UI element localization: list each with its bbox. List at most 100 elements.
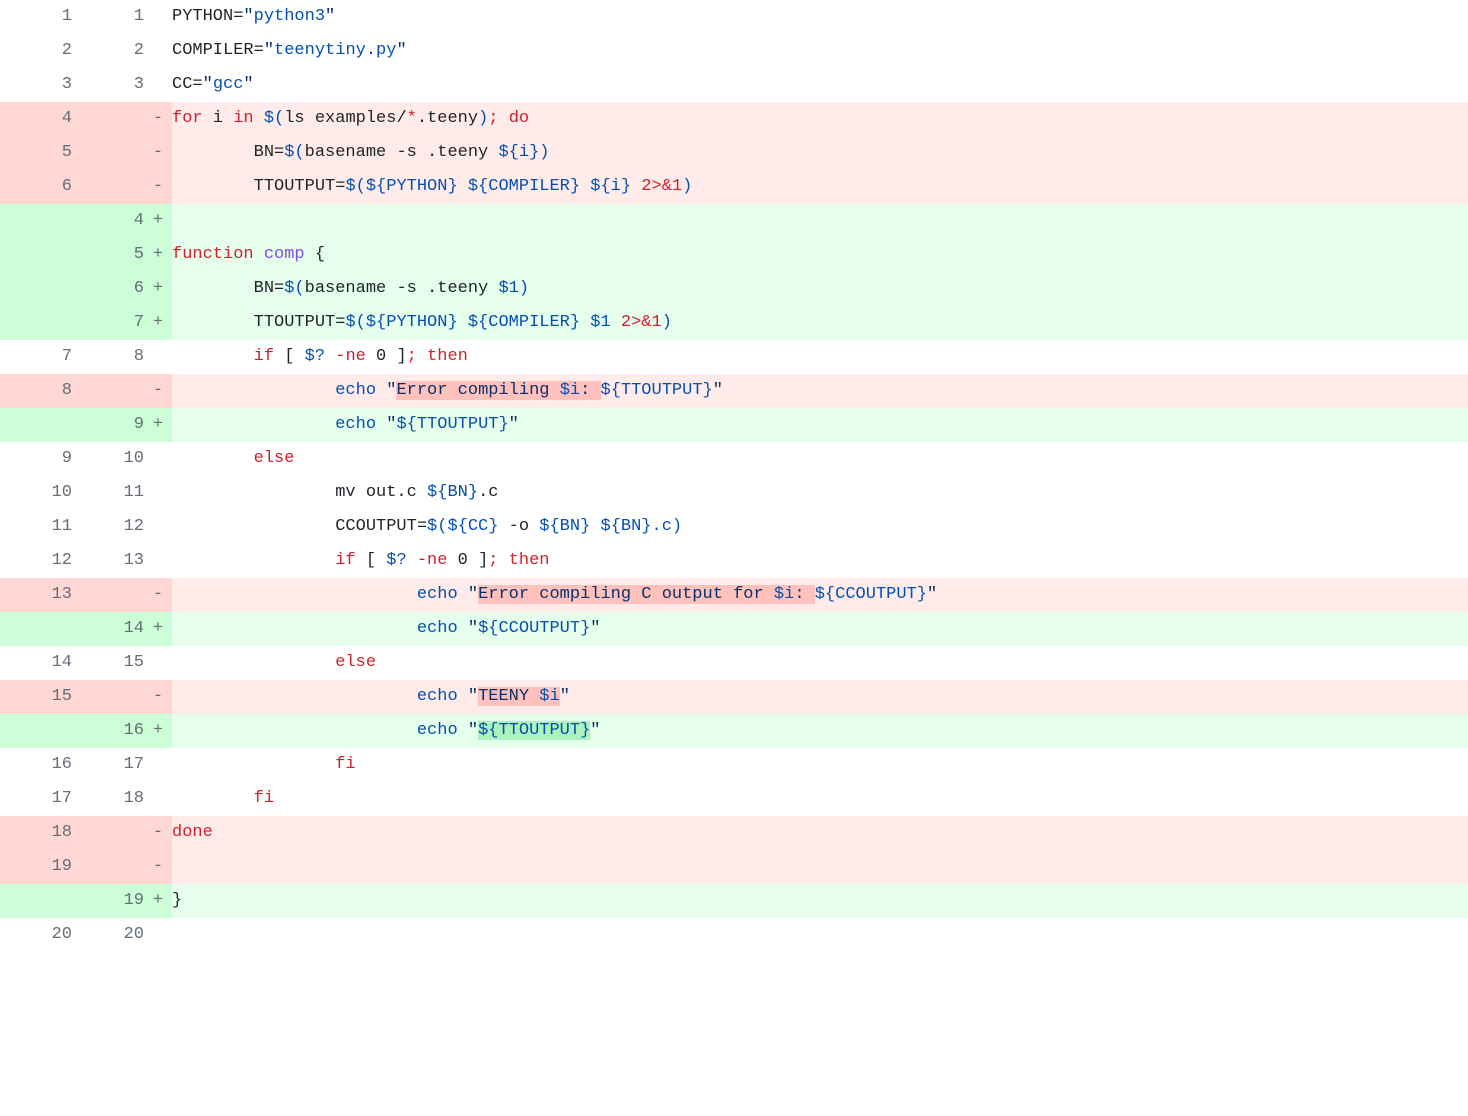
new-line-number[interactable]: [72, 102, 144, 136]
code-token: comp: [264, 245, 305, 264]
old-line-number[interactable]: [0, 204, 72, 238]
old-line-number[interactable]: 3: [0, 68, 72, 102]
new-line-number[interactable]: 4: [72, 204, 144, 238]
new-line-number[interactable]: 7: [72, 306, 144, 340]
old-line-number[interactable]: 5: [0, 136, 72, 170]
code-cell[interactable]: else: [172, 646, 1468, 680]
new-line-number[interactable]: 15: [72, 646, 144, 680]
new-line-number[interactable]: 11: [72, 476, 144, 510]
new-line-number[interactable]: 3: [72, 68, 144, 102]
code-token: i: [203, 109, 234, 128]
new-line-number[interactable]: [72, 680, 144, 714]
old-line-number[interactable]: 11: [0, 510, 72, 544]
new-line-number[interactable]: 14: [72, 612, 144, 646]
old-line-number[interactable]: 16: [0, 748, 72, 782]
code-cell[interactable]: CC="gcc": [172, 68, 1468, 102]
old-line-number[interactable]: [0, 884, 72, 918]
old-line-number[interactable]: [0, 612, 72, 646]
old-line-number[interactable]: 15: [0, 680, 72, 714]
new-line-number[interactable]: 1: [72, 0, 144, 34]
old-line-number[interactable]: [0, 306, 72, 340]
old-line-number[interactable]: 6: [0, 170, 72, 204]
code-cell[interactable]: [172, 850, 1468, 884]
code-cell[interactable]: COMPILER="teenytiny.py": [172, 34, 1468, 68]
code-cell[interactable]: }: [172, 884, 1468, 918]
code-cell[interactable]: PYTHON="python3": [172, 0, 1468, 34]
new-line-number[interactable]: [72, 170, 144, 204]
code-cell[interactable]: mv out.c ${BN}.c: [172, 476, 1468, 510]
new-line-number[interactable]: 16: [72, 714, 144, 748]
code-token: for: [172, 109, 203, 128]
old-line-number[interactable]: [0, 238, 72, 272]
code-token: [172, 585, 417, 604]
old-line-number[interactable]: 8: [0, 374, 72, 408]
code-token: done: [172, 823, 213, 842]
code-cell[interactable]: function comp {: [172, 238, 1468, 272]
code-token: $(: [284, 279, 304, 298]
old-line-number[interactable]: [0, 272, 72, 306]
new-line-number[interactable]: 6: [72, 272, 144, 306]
new-line-number[interactable]: 10: [72, 442, 144, 476]
old-line-number[interactable]: 9: [0, 442, 72, 476]
code-token: [172, 721, 417, 740]
old-line-number[interactable]: [0, 714, 72, 748]
code-token: TTOUTPUT=: [172, 313, 345, 332]
code-cell[interactable]: fi: [172, 782, 1468, 816]
new-line-number[interactable]: 19: [72, 884, 144, 918]
old-line-number[interactable]: [0, 408, 72, 442]
code-cell[interactable]: echo "Error compiling C output for $i: $…: [172, 578, 1468, 612]
new-line-number[interactable]: [72, 816, 144, 850]
new-line-number[interactable]: [72, 374, 144, 408]
new-line-number[interactable]: [72, 136, 144, 170]
code-token: [458, 687, 468, 706]
old-line-number[interactable]: 14: [0, 646, 72, 680]
code-cell[interactable]: echo "${CCOUTPUT}": [172, 612, 1468, 646]
code-cell[interactable]: TTOUTPUT=$(${PYTHON} ${COMPILER} ${i} 2>…: [172, 170, 1468, 204]
old-line-number[interactable]: 13: [0, 578, 72, 612]
new-line-number[interactable]: 2: [72, 34, 144, 68]
old-line-number[interactable]: 20: [0, 918, 72, 952]
code-cell[interactable]: TTOUTPUT=$(${PYTHON} ${COMPILER} $1 2>&1…: [172, 306, 1468, 340]
code-cell[interactable]: echo "${TTOUTPUT}": [172, 714, 1468, 748]
code-cell[interactable]: done: [172, 816, 1468, 850]
code-token: ${CCOUTPUT}: [478, 619, 590, 638]
new-line-number[interactable]: 5: [72, 238, 144, 272]
old-line-number[interactable]: 2: [0, 34, 72, 68]
code-cell[interactable]: echo "TEENY $i": [172, 680, 1468, 714]
code-cell[interactable]: echo "Error compiling $i: ${TTOUTPUT}": [172, 374, 1468, 408]
code-cell[interactable]: echo "${TTOUTPUT}": [172, 408, 1468, 442]
old-line-number[interactable]: 4: [0, 102, 72, 136]
new-line-number[interactable]: 17: [72, 748, 144, 782]
code-cell[interactable]: BN=$(basename -s .teeny $1): [172, 272, 1468, 306]
old-line-number[interactable]: 10: [0, 476, 72, 510]
old-line-number[interactable]: 12: [0, 544, 72, 578]
new-line-number[interactable]: [72, 850, 144, 884]
old-line-number[interactable]: 19: [0, 850, 72, 884]
new-line-number[interactable]: [72, 578, 144, 612]
code-token: ${i}: [590, 177, 631, 196]
diff-marker: [144, 442, 172, 476]
code-cell[interactable]: fi: [172, 748, 1468, 782]
new-line-number[interactable]: 13: [72, 544, 144, 578]
new-line-number[interactable]: 18: [72, 782, 144, 816]
old-line-number[interactable]: 7: [0, 340, 72, 374]
old-line-number[interactable]: 18: [0, 816, 72, 850]
code-token: [172, 789, 254, 808]
code-cell[interactable]: [172, 918, 1468, 952]
code-token: ": [560, 687, 570, 706]
code-cell[interactable]: else: [172, 442, 1468, 476]
code-cell[interactable]: if [ $? -ne 0 ]; then: [172, 340, 1468, 374]
code-cell[interactable]: CCOUTPUT=$(${CC} -o ${BN} ${BN}.c): [172, 510, 1468, 544]
old-line-number[interactable]: 17: [0, 782, 72, 816]
new-line-number[interactable]: 12: [72, 510, 144, 544]
code-cell[interactable]: BN=$(basename -s .teeny ${i}): [172, 136, 1468, 170]
code-cell[interactable]: for i in $(ls examples/*.teeny); do: [172, 102, 1468, 136]
diff-line: 22 COMPILER="teenytiny.py": [0, 34, 1468, 68]
new-line-number[interactable]: 8: [72, 340, 144, 374]
new-line-number[interactable]: 9: [72, 408, 144, 442]
new-line-number[interactable]: 20: [72, 918, 144, 952]
code-token: [458, 619, 468, 638]
code-cell[interactable]: [172, 204, 1468, 238]
old-line-number[interactable]: 1: [0, 0, 72, 34]
code-cell[interactable]: if [ $? -ne 0 ]; then: [172, 544, 1468, 578]
